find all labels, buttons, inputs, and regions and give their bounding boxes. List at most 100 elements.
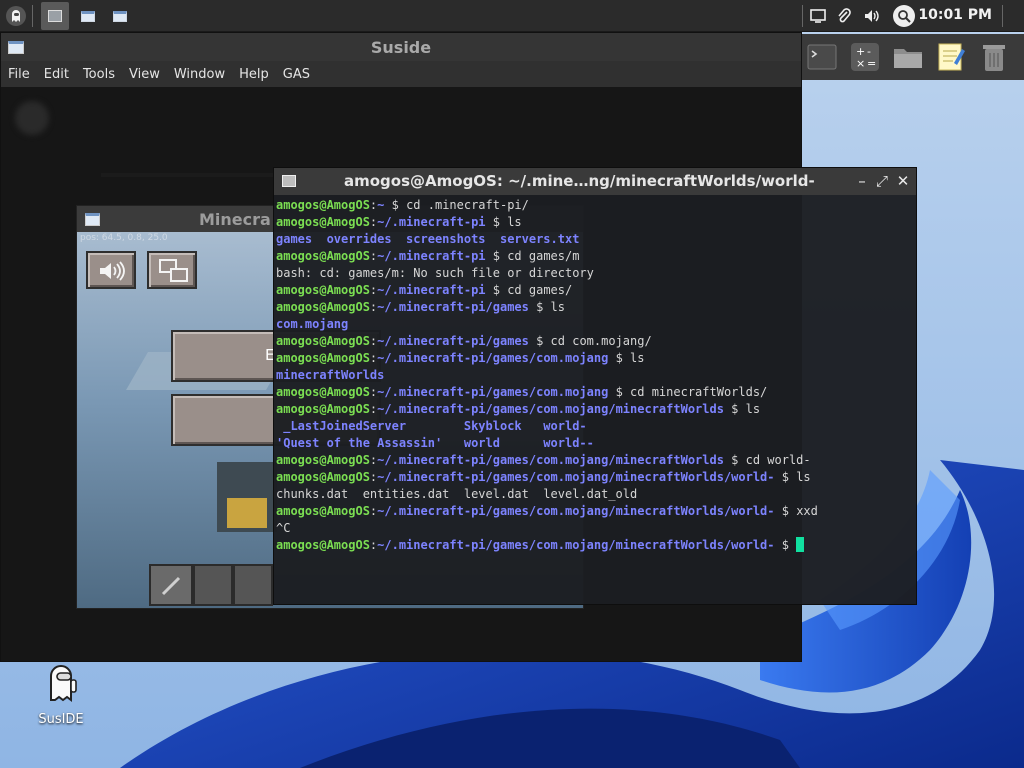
terminal-line: chunks.dat entities.dat level.dat level.… — [276, 486, 916, 503]
screens-icon — [159, 259, 188, 282]
ide-title: Suside — [370, 38, 432, 57]
terminal-titlebar[interactable]: amogos@AmogOS: ~/.mine…ng/minecraftWorld… — [274, 168, 916, 195]
taskbar-ide-button[interactable] — [41, 2, 69, 30]
terminal-line: amogos@AmogOS:~/.minecraft-pi/games/com.… — [276, 537, 916, 554]
ide-window-icon — [48, 10, 62, 22]
prompt-user: amogos@AmogOS — [276, 504, 370, 518]
prompt-path: ~/.minecraft-pi — [377, 249, 486, 263]
terminal-window: amogos@AmogOS: ~/.mine…ng/minecraftWorld… — [273, 167, 917, 605]
terminal-line: com.mojang — [276, 316, 916, 333]
hotbar-slot[interactable] — [149, 564, 193, 606]
directory-listing: 'Quest of the Assassin' world world-- — [276, 436, 594, 450]
amogus-icon — [50, 665, 77, 702]
menu-tools[interactable]: Tools — [76, 67, 122, 82]
desktop-icon-label: SusIDE — [38, 712, 84, 727]
svg-text:×: × — [856, 57, 865, 70]
terminal-line: amogos@AmogOS:~/.minecraft-pi $ ls — [276, 215, 522, 229]
command-text: $ ls — [485, 215, 522, 229]
ghost-launcher-icon[interactable] — [2, 2, 30, 30]
prompt-path: ~/.minecraft-pi/games/com.mojang/minecra… — [377, 453, 724, 467]
menu-file[interactable]: File — [1, 67, 37, 82]
command-text: $ ls — [774, 470, 811, 484]
terminal-line: games overrides screenshots servers.txt — [276, 231, 916, 248]
panel-separator — [802, 5, 803, 27]
directory-listing: com.mojang — [276, 317, 349, 331]
command-text: $ — [774, 538, 797, 552]
prompt-user: amogos@AmogOS — [276, 249, 370, 263]
terminal-line: amogos@AmogOS:~/.minecraft-pi/games/com.… — [276, 504, 818, 518]
prompt-user: amogos@AmogOS — [276, 351, 370, 365]
hotbar-slot[interactable] — [193, 564, 233, 606]
close-button[interactable]: ✕ — [893, 171, 913, 191]
prompt-path: ~/.minecraft-pi/games — [377, 300, 529, 314]
menu-help[interactable]: Help — [232, 67, 276, 82]
terminal-line: amogos@AmogOS:~/.minecraft-pi/games/com.… — [276, 453, 811, 467]
terminal-line: amogos@AmogOS:~/.minecraft-pi/games $ cd… — [276, 334, 652, 348]
prompt-user: amogos@AmogOS — [276, 385, 370, 399]
paperclip-icon[interactable] — [835, 7, 853, 25]
prompt-user: amogos@AmogOS — [276, 470, 370, 484]
view-toggle-button[interactable] — [147, 251, 197, 289]
prompt-path: ~/.minecraft-pi — [377, 215, 486, 229]
folder-icon[interactable] — [891, 40, 925, 74]
terminal-line: minecraftWorlds — [276, 367, 916, 384]
menu-window[interactable]: Window — [167, 67, 232, 82]
terminal-line: amogos@AmogOS:~ $ cd .minecraft-pi/ — [276, 198, 529, 212]
terminal-output[interactable]: amogos@AmogOS:~ $ cd .minecraft-pi/amogo… — [276, 197, 916, 602]
prompt-path: ~/.minecraft-pi/games/com.mojang/minecra… — [377, 538, 775, 552]
prompt-user: amogos@AmogOS — [276, 538, 370, 552]
prompt-path: ~/.minecraft-pi/games/com.mojang — [377, 351, 609, 365]
terminal-title: amogos@AmogOS: ~/.mine…ng/minecraftWorld… — [344, 172, 815, 190]
minimize-button[interactable]: – — [852, 171, 872, 191]
svg-text:=: = — [867, 57, 876, 70]
clock[interactable]: 10:01 PM — [918, 7, 992, 23]
command-text: $ cd minecraftWorlds/ — [608, 385, 768, 399]
terminal-line: ^C — [276, 520, 916, 537]
command-text: $ xxd — [774, 504, 818, 518]
menu-gas[interactable]: GAS — [276, 67, 317, 82]
menu-edit[interactable]: Edit — [37, 67, 76, 82]
prompt-path: ~/.minecraft-pi/games/com.mojang/minecra… — [377, 402, 724, 416]
panel-separator — [1002, 5, 1003, 27]
maximize-button[interactable]: ⤢ — [872, 171, 892, 191]
trash-icon[interactable] — [977, 40, 1011, 74]
prompt-path: ~/.minecraft-pi/games/com.mojang — [377, 385, 609, 399]
terminal-line: amogos@AmogOS:~/.minecraft-pi/games/com.… — [276, 470, 811, 484]
desktop-icon-suside[interactable]: SusIDE — [26, 660, 96, 727]
prompt-user: amogos@AmogOS — [276, 198, 370, 212]
screen-icon[interactable] — [809, 7, 827, 25]
prompt-user: amogos@AmogOS — [276, 300, 370, 314]
command-text: $ ls — [723, 402, 761, 416]
taskbar-window-button[interactable] — [74, 2, 102, 30]
terminal-line: amogos@AmogOS:~/.minecraft-pi $ cd games… — [276, 283, 573, 297]
prompt-user: amogos@AmogOS — [276, 215, 370, 229]
prompt-user: amogos@AmogOS — [276, 334, 370, 348]
directory-listing: games overrides screenshots servers.txt — [276, 232, 580, 246]
prompt-path: ~/.minecraft-pi/games/com.mojang/minecra… — [377, 470, 775, 484]
panel-separator — [32, 5, 33, 27]
notes-icon[interactable] — [934, 40, 968, 74]
blurred-icon — [15, 101, 49, 135]
top-panel: 10:01 PM — [0, 0, 1024, 32]
hotbar-slot[interactable] — [233, 564, 273, 606]
search-icon[interactable] — [893, 5, 915, 27]
calculator-icon[interactable]: + - × = — [848, 40, 882, 74]
command-text: $ ls — [528, 300, 565, 314]
window-icon — [85, 213, 100, 226]
speaker-icon — [100, 261, 125, 281]
minecraft-title: Minecra — [199, 210, 271, 229]
terminal-line: amogos@AmogOS:~/.minecraft-pi/games/com.… — [276, 385, 768, 399]
terminal-line: amogos@AmogOS:~/.minecraft-pi $ cd games… — [276, 249, 580, 263]
app-dock: + - × = — [676, 34, 1024, 80]
taskbar-window-button[interactable] — [106, 2, 134, 30]
ide-titlebar[interactable]: Suside — [1, 33, 801, 61]
position-readout: pos: 64.5, 0.8, 25.0 — [80, 233, 168, 243]
volume-icon[interactable] — [863, 7, 881, 25]
terminal-icon[interactable] — [805, 40, 839, 74]
output-text: ^C — [276, 521, 291, 535]
prompt-path: ~/.minecraft-pi — [377, 283, 486, 297]
menu-view[interactable]: View — [122, 67, 167, 82]
sound-toggle-button[interactable] — [86, 251, 136, 289]
sword-icon — [161, 576, 181, 596]
command-text: $ ls — [608, 351, 645, 365]
